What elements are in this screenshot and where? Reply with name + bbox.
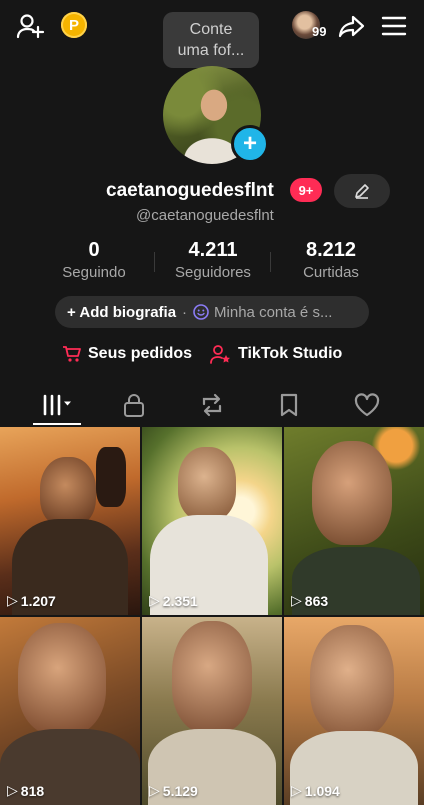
story-note-line-1: Conte	[189, 21, 233, 38]
add-bio-label: + Add biografia	[67, 303, 177, 321]
play-icon: ▷	[291, 592, 302, 608]
active-tab-indicator	[33, 423, 81, 425]
video-thumbnail[interactable]: ▷ 1.207	[0, 427, 140, 615]
play-icon: ▷	[7, 782, 18, 798]
play-icon: ▷	[7, 592, 18, 608]
tab-liked[interactable]	[325, 384, 409, 426]
stat-following-label: Seguindo	[62, 264, 126, 281]
stat-followers[interactable]: 4.211 Seguidores	[158, 238, 268, 284]
video-thumbnail[interactable]: ▷ 1.094	[284, 617, 424, 805]
stat-following[interactable]: 0 Seguindo	[39, 238, 149, 284]
repost-icon	[202, 393, 222, 417]
notification-badge[interactable]: 9+	[290, 178, 322, 202]
stat-likes-label: Curtidas	[303, 264, 359, 281]
studio-label: TikTok Studio	[238, 345, 343, 362]
heart-icon	[354, 393, 380, 417]
play-icon: ▷	[291, 782, 302, 798]
video-grid-icon	[43, 394, 71, 416]
tiktok-studio-link[interactable]: TikTok Studio	[210, 344, 342, 364]
tab-videos[interactable]	[16, 384, 100, 426]
view-count: ▷ 2.351	[149, 592, 198, 609]
stat-followers-label: Seguidores	[175, 264, 251, 281]
mini-avatar-count: 99	[312, 24, 327, 39]
stat-following-value: 0	[88, 239, 100, 261]
bookmark-icon	[280, 393, 298, 417]
story-note-bubble[interactable]: Conte uma fof...	[163, 12, 259, 68]
stat-likes[interactable]: 8.212 Curtidas	[276, 238, 386, 284]
view-count: ▷ 863	[291, 592, 329, 609]
tab-reposts[interactable]	[170, 384, 254, 426]
video-thumbnail[interactable]: ▷ 2.351	[142, 427, 282, 615]
video-thumbnail[interactable]: ▷ 818	[0, 617, 140, 805]
view-count: ▷ 1.094	[291, 782, 340, 799]
tab-private[interactable]	[92, 384, 176, 426]
play-icon: ▷	[149, 592, 160, 608]
points-badge-icon[interactable]: P	[61, 12, 87, 38]
bio-separator: ·	[182, 303, 188, 321]
view-count: ▷ 5.129	[149, 782, 198, 799]
video-thumbnail[interactable]: ▷ 863	[284, 427, 424, 615]
pencil-icon	[355, 184, 369, 199]
view-count: ▷ 1.207	[7, 592, 56, 609]
add-bio-button[interactable]: + Add biografia · Minha conta é s...	[55, 296, 369, 328]
account-status-text: Minha conta é s...	[214, 303, 333, 321]
stat-likes-value: 8.212	[305, 239, 357, 261]
story-note-line-2: uma fof...	[177, 42, 245, 59]
video-thumbnail[interactable]: ▷ 5.129	[142, 617, 282, 805]
profile-tabs	[0, 384, 424, 426]
orders-link[interactable]: Seus pedidos	[62, 344, 192, 364]
view-count: ▷ 818	[7, 782, 45, 799]
add-story-plus-icon[interactable]: +	[231, 125, 269, 163]
tab-favorites[interactable]	[247, 384, 331, 426]
edit-profile-button[interactable]	[334, 174, 390, 208]
cart-icon	[62, 344, 82, 364]
username: caetanoguedesflnt	[106, 180, 274, 201]
stat-divider	[154, 252, 155, 272]
orders-label: Seus pedidos	[88, 345, 193, 362]
play-icon: ▷	[149, 782, 160, 798]
share-icon[interactable]	[336, 10, 368, 42]
stat-divider	[270, 252, 271, 272]
studio-person-star-icon	[210, 344, 232, 364]
top-bar: P Conte uma fof... 99	[0, 0, 424, 68]
account-smile-icon	[193, 304, 209, 320]
menu-icon[interactable]	[380, 12, 408, 40]
lock-icon	[124, 394, 144, 417]
handle: @caetanoguedesflnt	[136, 207, 274, 224]
stat-followers-value: 4.211	[188, 239, 238, 261]
add-friend-icon[interactable]	[14, 10, 46, 42]
